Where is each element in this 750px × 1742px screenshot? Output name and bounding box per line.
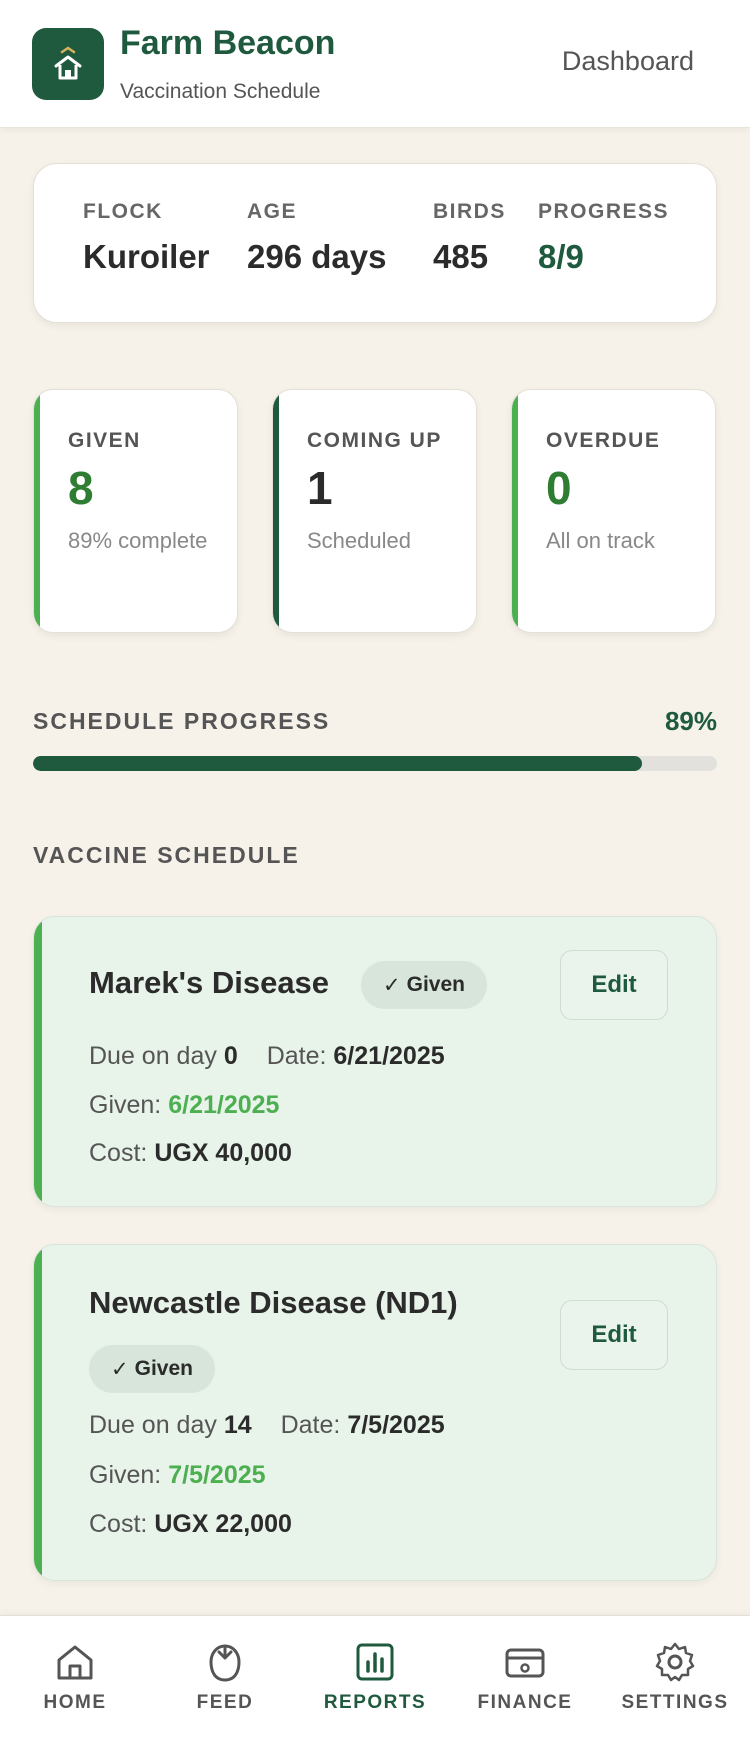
reports-icon — [356, 1643, 394, 1681]
nav-item-settings[interactable]: SETTINGS — [600, 1616, 750, 1742]
vaccine-schedule-heading: VACCINE SCHEDULE — [33, 842, 300, 868]
due-line: Due on day 0 Date: 6/21/2025 — [89, 1042, 445, 1071]
cost-value: UGX 22,000 — [154, 1510, 292, 1538]
flock-summary-card: FLOCK Kuroiler AGE 296 days BIRDS 485 PR… — [33, 163, 717, 323]
dashboard-link[interactable]: Dashboard — [562, 46, 694, 77]
status-badge-label: Given — [134, 1357, 193, 1380]
given-prefix: Given: — [89, 1461, 162, 1489]
scheduled-date: 6/21/2025 — [333, 1042, 445, 1070]
given-date: 7/5/2025 — [168, 1461, 266, 1489]
edit-button[interactable]: Edit — [560, 950, 668, 1020]
scheduled-date: 7/5/2025 — [347, 1411, 445, 1439]
overdue-stat-card[interactable]: OVERDUE 0 All on track — [511, 389, 716, 633]
nav-label: FEED — [196, 1692, 254, 1713]
nav-label: REPORTS — [323, 1692, 427, 1713]
age-column: AGE 296 days — [247, 200, 386, 276]
date-prefix: Date: — [280, 1411, 341, 1439]
nav-label: FINANCE — [477, 1692, 573, 1713]
cost-value: UGX 40,000 — [154, 1139, 292, 1167]
given-date: 6/21/2025 — [168, 1091, 280, 1119]
status-badge: ✓ Given — [361, 961, 487, 1009]
progress-label: PROGRESS — [538, 200, 670, 223]
due-day: 14 — [223, 1411, 252, 1439]
vaccine-name: Marek's Disease — [89, 965, 330, 1000]
given-line: Given: 6/21/2025 — [89, 1091, 279, 1120]
date-prefix: Date: — [266, 1042, 327, 1070]
app-title: Farm Beacon — [120, 24, 336, 62]
schedule-progress-bar — [33, 756, 717, 771]
due-day: 0 — [223, 1042, 238, 1070]
home-icon — [57, 1645, 93, 1680]
app-header: Farm Beacon Vaccination Schedule Dashboa… — [0, 0, 750, 128]
given-stat-card[interactable]: GIVEN 8 89% complete — [33, 389, 238, 633]
farm-house-icon — [54, 46, 82, 80]
progress-value: 8/9 — [538, 238, 584, 275]
overdue-sub: All on track — [546, 528, 655, 553]
due-line: Due on day 14 Date: 7/5/2025 — [89, 1411, 445, 1440]
given-sub: 89% complete — [68, 528, 208, 553]
nav-item-reports[interactable]: REPORTS — [300, 1616, 450, 1742]
cost-line: Cost: UGX 40,000 — [89, 1139, 292, 1168]
schedule-progress-fill — [33, 756, 642, 771]
birds-value: 485 — [433, 238, 489, 275]
overdue-count: 0 — [546, 462, 572, 514]
flock-value: Kuroiler — [83, 238, 210, 275]
flock-column: FLOCK Kuroiler — [83, 200, 210, 276]
flock-label: FLOCK — [83, 200, 163, 223]
birds-label: BIRDS — [433, 200, 506, 223]
nav-item-home[interactable]: HOME — [0, 1616, 150, 1742]
given-label: GIVEN — [68, 429, 141, 452]
cost-prefix: Cost: — [89, 1139, 148, 1167]
check-icon: ✓ — [383, 973, 401, 997]
coming-up-label: COMING UP — [307, 429, 442, 452]
due-prefix: Due on day — [89, 1411, 217, 1439]
age-value: 296 days — [247, 238, 387, 275]
coming-up-count: 1 — [307, 462, 333, 514]
coming-up-sub: Scheduled — [307, 528, 411, 553]
due-prefix: Due on day — [89, 1042, 217, 1070]
status-badge: ✓ Given — [89, 1345, 215, 1393]
nav-item-finance[interactable]: FINANCE — [450, 1616, 600, 1742]
vaccine-card: Newcastle Disease (ND1) ✓ Given Edit Due… — [33, 1244, 717, 1581]
schedule-progress-percent: 89% — [664, 706, 717, 736]
edit-button[interactable]: Edit — [560, 1300, 668, 1370]
given-count: 8 — [68, 462, 94, 514]
nav-label: HOME — [43, 1692, 107, 1713]
cost-line: Cost: UGX 22,000 — [89, 1510, 292, 1539]
farm-logo[interactable] — [32, 28, 104, 100]
progress-column: PROGRESS 8/9 — [538, 200, 669, 276]
age-label: AGE — [247, 200, 298, 223]
bottom-nav: HOME FEED REPORTS FINANCE SETTINGS — [0, 1615, 750, 1742]
status-badge-label: Given — [406, 973, 465, 996]
gear-icon — [655, 1642, 695, 1682]
check-icon: ✓ — [111, 1357, 129, 1381]
birds-column: BIRDS 485 — [433, 200, 506, 276]
overdue-label: OVERDUE — [546, 429, 661, 452]
vaccine-name: Newcastle Disease (ND1) — [89, 1285, 458, 1320]
finance-icon — [505, 1648, 545, 1678]
nav-label: SETTINGS — [621, 1692, 729, 1713]
coming-up-stat-card[interactable]: COMING UP 1 Scheduled — [272, 389, 477, 633]
vaccine-card: Marek's Disease ✓ Given Edit Due on day … — [33, 916, 717, 1207]
cost-prefix: Cost: — [89, 1510, 148, 1538]
nav-item-feed[interactable]: FEED — [150, 1616, 300, 1742]
given-prefix: Given: — [89, 1091, 162, 1119]
given-line: Given: 7/5/2025 — [89, 1461, 266, 1490]
page-subtitle: Vaccination Schedule — [120, 80, 321, 103]
feed-icon — [209, 1644, 241, 1682]
schedule-progress-label: SCHEDULE PROGRESS — [33, 708, 331, 734]
